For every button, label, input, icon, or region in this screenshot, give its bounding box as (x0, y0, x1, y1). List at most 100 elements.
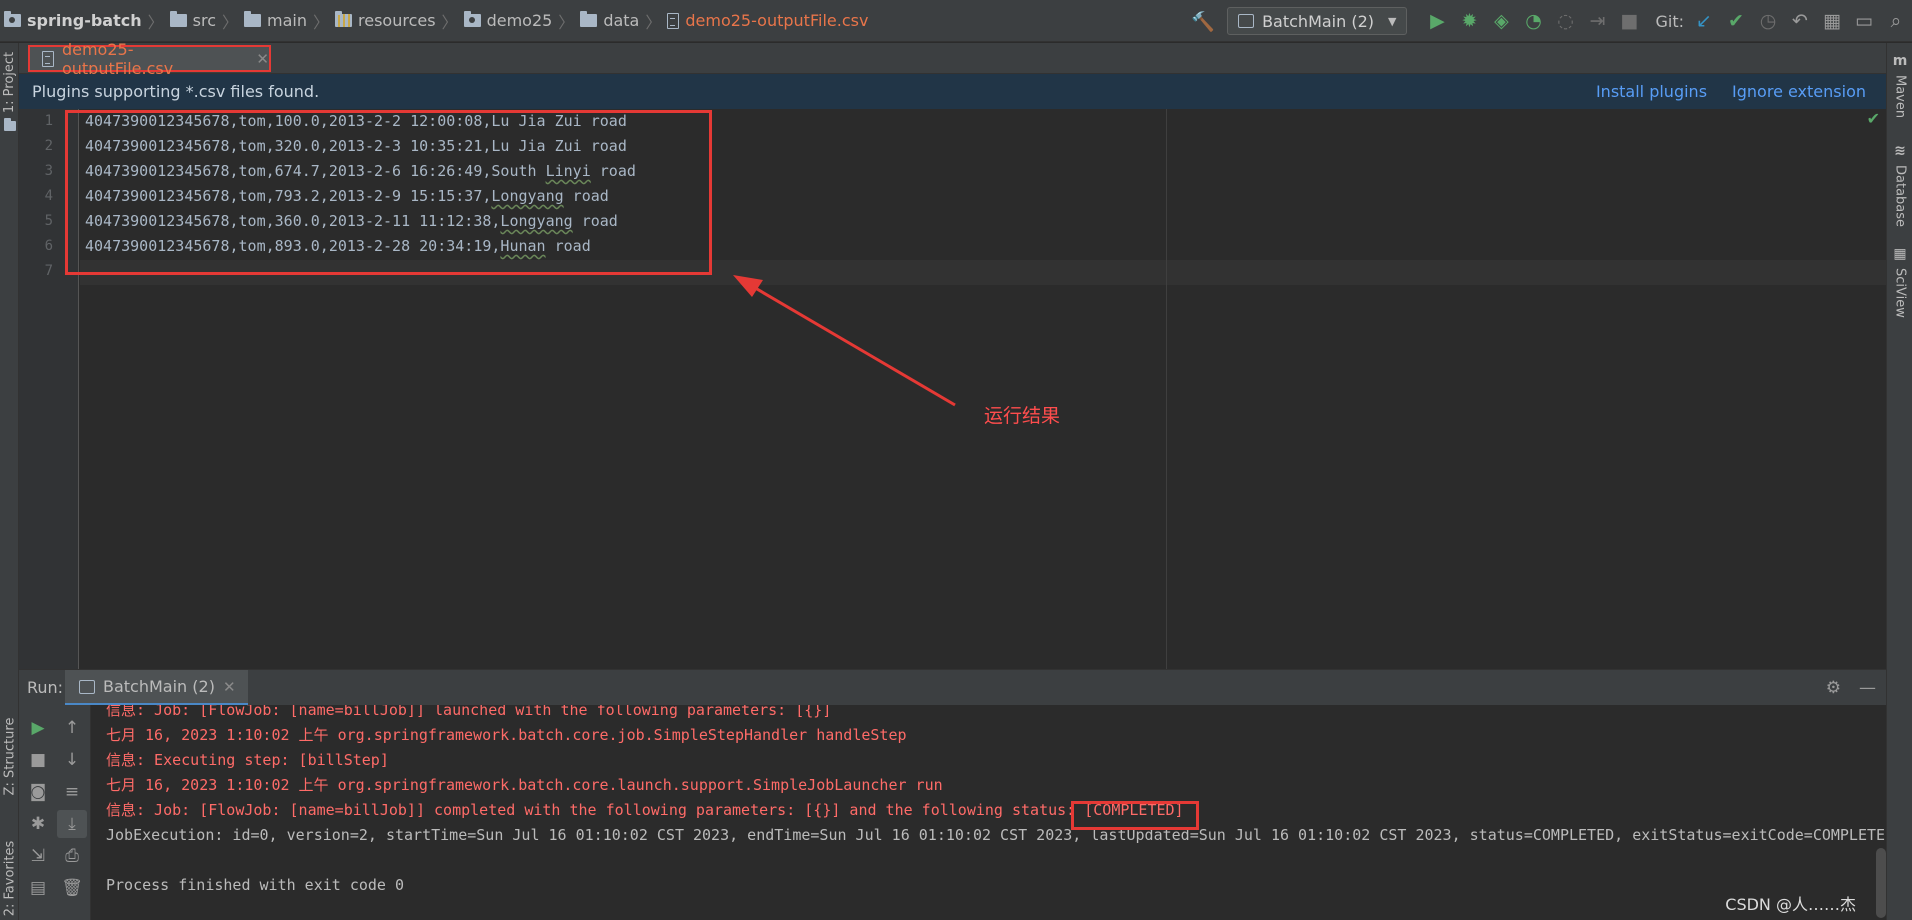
close-icon[interactable]: ✕ (223, 678, 236, 696)
text-file-icon (667, 12, 680, 29)
run-panel-toolbar: ▶ ↑ ■ ↓ ≡ ◙ ✱ ⤓ ⇲ ⎙ ▤ 🗑 (19, 705, 91, 920)
maven-icon: m (1892, 53, 1908, 69)
folder-icon (244, 11, 261, 27)
line-number: 3 (44, 163, 53, 179)
breadcrumb-separator-icon: 〉 (645, 12, 662, 32)
database-icon: ≋ (1894, 143, 1906, 159)
git-update-icon[interactable]: ↙ (1688, 0, 1720, 42)
stop-icon[interactable]: ■ (23, 746, 53, 774)
inspection-ok-check-icon[interactable]: ✔ (1867, 109, 1880, 128)
breadcrumb-separator-icon: 〉 (441, 12, 458, 32)
breadcrumb-src-label: src (192, 11, 216, 30)
console-line: 信息: Executing step: [billStep] (106, 751, 389, 769)
ignore-extension-link[interactable]: Ignore extension (1732, 82, 1866, 101)
scroll-to-end-icon[interactable]: ⤓ (57, 810, 87, 838)
maven-tool-tab-label: Maven (1892, 75, 1908, 119)
tab-label: demo25-outputFile.csv (61, 39, 174, 78)
breadcrumb-current-file[interactable]: demo25-outputFile.csv (667, 11, 868, 30)
console-scrollbar[interactable] (1876, 848, 1886, 918)
run-config-icon (79, 679, 95, 694)
left-tool-window-strip: 1: Project Z: Structure 2: Favorites (0, 43, 19, 920)
breadcrumb-separator-icon: 〉 (558, 12, 575, 32)
line-number: 4 (44, 188, 53, 204)
breadcrumb-resources[interactable]: resources (335, 11, 436, 30)
build-artifact-icon[interactable]: ⇥ (1581, 0, 1613, 42)
favorites-tool-tab[interactable]: 2: Favorites (1, 828, 18, 920)
install-plugins-link[interactable]: Install plugins (1596, 82, 1707, 101)
folder-icon (580, 11, 598, 27)
print-icon[interactable]: ⎙ (57, 842, 87, 870)
sciview-tool-tab[interactable]: ▦ SciView (1887, 246, 1912, 318)
plugin-suggestion-banner: Plugins supporting *.csv files found. In… (19, 74, 1886, 109)
breadcrumb-resources-label: resources (358, 11, 436, 30)
console-line: 信息: Job: [FlowJob: [name=billJob]] launc… (106, 705, 832, 719)
sciview-tool-tab-label: SciView (1892, 268, 1908, 318)
run-console-output[interactable]: 信息: Job: [FlowJob: [name=billJob]] launc… (91, 705, 1886, 920)
minimize-icon[interactable]: — (1859, 678, 1876, 698)
project-tool-tab[interactable]: 1: Project (1, 47, 18, 117)
trash-icon[interactable]: 🗑 (57, 874, 87, 902)
rerun-play-icon[interactable]: ▶ (23, 714, 53, 742)
console-line: JobExecution: id=0, version=2, startTime… (106, 826, 1886, 844)
tab-batchmain[interactable]: BatchMain (2) ✕ (65, 670, 248, 706)
git-history-clock-icon[interactable]: ◷ (1752, 0, 1784, 42)
resources-folder-icon (335, 11, 352, 27)
git-rollback-icon[interactable]: ↶ (1784, 0, 1816, 42)
navigation-bar: spring-batch 〉 src 〉 main 〉 resources 〉 … (0, 0, 1912, 42)
structure-tool-tab[interactable]: Z: Structure (1, 706, 18, 806)
project-structure-icon[interactable]: ▦ (1816, 0, 1848, 42)
folder-icon (169, 11, 187, 27)
breadcrumb-demo25-label: demo25 (486, 11, 553, 30)
annotation-label: 运行结果 (984, 405, 1061, 427)
camera-dump-icon[interactable]: ◙ (23, 778, 53, 806)
run-play-icon[interactable]: ▶ (1421, 0, 1453, 42)
breadcrumb: spring-batch 〉 src 〉 main 〉 resources 〉 … (0, 0, 868, 42)
exit-icon[interactable]: ⇲ (23, 842, 53, 870)
gear-icon[interactable]: ⚙ (1826, 678, 1841, 698)
search-icon[interactable]: ⌕ (1880, 0, 1912, 42)
console-line: 七月 16, 2023 1:10:02 上午 org.springframewo… (106, 776, 943, 794)
layout-icon[interactable]: ▤ (23, 874, 53, 902)
run-tab-label: BatchMain (2) (103, 677, 215, 696)
run-panel-header: Run: BatchMain (2) ✕ ⚙ — (19, 669, 1886, 706)
right-tool-window-strip: m Maven ≋ Database ▦ SciView (1886, 43, 1912, 920)
arrow-down-icon[interactable]: ↓ (57, 746, 87, 774)
breadcrumb-separator-icon: 〉 (221, 12, 238, 32)
run-configuration-select[interactable]: BatchMain (2) ▼ (1227, 7, 1408, 35)
git-label: Git: (1655, 11, 1684, 31)
right-margin-guide (1166, 109, 1167, 669)
attach-debugger-icon[interactable]: ◌ (1549, 0, 1581, 42)
breadcrumb-demo25[interactable]: demo25 (463, 11, 553, 30)
git-commit-check-icon[interactable]: ✔ (1720, 0, 1752, 42)
run-with-coverage-icon[interactable]: ◈ (1485, 0, 1517, 42)
database-tool-tab[interactable]: ≋ Database (1887, 143, 1912, 227)
close-icon[interactable]: ✕ (256, 50, 269, 68)
console-line: 信息: Job: [FlowJob: [name=billJob]] compl… (106, 801, 1184, 819)
pin-icon[interactable]: ✱ (23, 810, 53, 838)
watermark: CSDN @人……杰 (1725, 895, 1856, 914)
chevron-down-icon: ▼ (1388, 14, 1397, 28)
soft-wrap-icon[interactable]: ≡ (57, 778, 87, 806)
tab-demo25-outputfile[interactable]: demo25-outputFile.csv ✕ (28, 40, 271, 78)
stop-icon[interactable]: ■ (1613, 0, 1645, 42)
breadcrumb-data[interactable]: data (580, 11, 639, 30)
presentation-mode-icon[interactable]: ▭ (1848, 0, 1880, 42)
project-tool-tab-label: 1: Project (2, 51, 18, 113)
breadcrumb-current-file-label: demo25-outputFile.csv (685, 11, 869, 30)
console-line: Process finished with exit code 0 (106, 876, 405, 894)
maven-tool-tab[interactable]: m Maven (1887, 53, 1912, 118)
arrow-up-icon[interactable]: ↑ (57, 714, 87, 742)
project-folder-icon[interactable] (1, 118, 18, 134)
favorites-tool-tab-label: 2: Favorites (2, 840, 18, 916)
run-panel-label: Run: (27, 678, 64, 697)
debug-bug-icon[interactable]: ✹ (1453, 0, 1485, 42)
breadcrumb-src[interactable]: src (169, 11, 216, 30)
completed-status-highlight-box (1071, 801, 1199, 830)
console-line: 七月 16, 2023 1:10:02 上午 org.springframewo… (106, 726, 907, 744)
breadcrumb-main[interactable]: main (244, 11, 307, 30)
line-number: 1 (44, 113, 53, 129)
breadcrumb-project[interactable]: spring-batch (4, 11, 142, 30)
profile-icon[interactable]: ◔ (1517, 0, 1549, 42)
breadcrumb-main-label: main (267, 11, 307, 30)
build-hammer-icon[interactable]: 🔨 (1187, 0, 1219, 42)
